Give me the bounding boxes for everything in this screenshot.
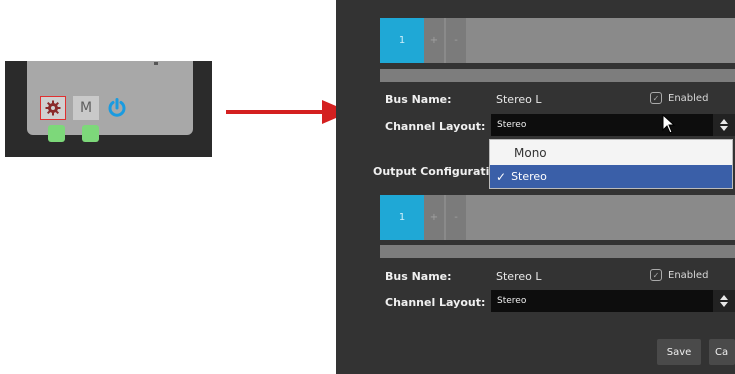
output-configuration-title: Output Configuration	[373, 165, 489, 178]
screenshot-root: M 1 + - Bus Name: Stereo L ✓ Enabled Cha…	[0, 0, 735, 374]
output-enabled-checkbox[interactable]: ✓	[650, 269, 662, 281]
add-bus-button[interactable]: +	[424, 18, 444, 63]
output-bus-name-value[interactable]: Stereo L	[496, 270, 541, 283]
input-pin[interactable]	[48, 125, 65, 142]
option-stereo-label: Stereo	[511, 170, 547, 183]
output-channel-layout-label: Channel Layout:	[385, 296, 486, 309]
save-button[interactable]: Save	[657, 339, 701, 365]
bus-name-bar	[380, 69, 735, 82]
channel-layout-label: Channel Layout:	[385, 120, 486, 133]
output-channel-layout-select[interactable]: Stereo	[491, 290, 713, 312]
output-bus-name-bar	[380, 245, 735, 258]
bus-name-value[interactable]: Stereo L	[496, 93, 541, 106]
arrow-right-icon	[226, 100, 350, 124]
chevron-down-icon	[720, 302, 728, 307]
settings-button[interactable]	[40, 96, 66, 120]
mute-button[interactable]: M	[73, 96, 99, 120]
channel-layout-select[interactable]: Stereo	[491, 114, 713, 136]
option-mono[interactable]: Mono	[490, 140, 732, 165]
checkmark-icon: ✓	[496, 169, 507, 184]
bus-name-label: Bus Name:	[385, 93, 452, 106]
gear-icon	[45, 100, 61, 116]
remove-bus-button[interactable]: -	[446, 18, 466, 63]
add-output-bus-button[interactable]: +	[424, 195, 444, 240]
enabled-label: Enabled	[668, 92, 709, 104]
output-channel-layout-stepper[interactable]	[713, 290, 735, 312]
node-mark	[154, 62, 158, 65]
option-stereo[interactable]: ✓ Stereo	[490, 165, 732, 188]
output-enabled-toggle[interactable]: ✓ Enabled	[650, 269, 708, 281]
channel-layout-dropdown: Mono ✓ Stereo	[489, 139, 733, 189]
mouse-cursor-icon	[662, 114, 676, 134]
chevron-up-icon	[720, 295, 728, 300]
channel-layout-stepper[interactable]	[713, 114, 735, 136]
bus-tab-1[interactable]: 1	[380, 18, 424, 63]
output-pin[interactable]	[82, 125, 99, 142]
output-bus-tab-1[interactable]: 1	[380, 195, 424, 240]
output-enabled-label: Enabled	[668, 269, 709, 281]
remove-output-bus-button[interactable]: -	[446, 195, 466, 240]
chevron-down-icon	[720, 126, 728, 131]
cancel-button[interactable]: Ca	[709, 339, 735, 365]
enabled-checkbox[interactable]: ✓	[650, 92, 662, 104]
output-bus-name-label: Bus Name:	[385, 270, 452, 283]
power-icon	[108, 98, 126, 117]
enabled-toggle[interactable]: ✓ Enabled	[650, 92, 708, 104]
chevron-up-icon	[720, 119, 728, 124]
power-button[interactable]	[104, 96, 130, 120]
